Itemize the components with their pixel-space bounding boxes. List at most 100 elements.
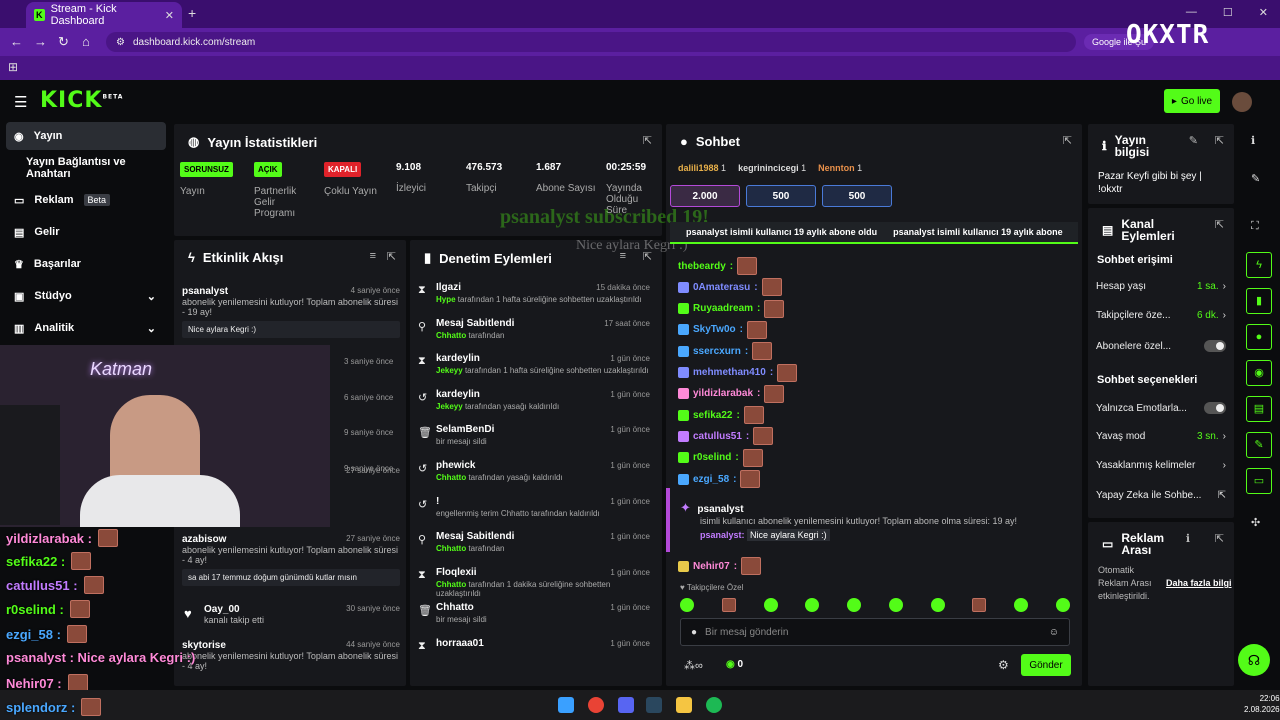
emote-icon[interactable] <box>888 598 903 612</box>
activity-toggle-icon[interactable]: ϟ <box>1246 252 1272 278</box>
browser-tab[interactable]: K Stream - Kick Dashboard ✕ <box>26 2 182 28</box>
user-avatar[interactable] <box>1232 92 1252 112</box>
filter-icon[interactable]: ≡ <box>370 250 376 262</box>
edit-icon[interactable]: ✎ <box>1189 134 1198 147</box>
add-widget-icon[interactable]: ✣ <box>1251 516 1260 529</box>
popout-icon[interactable]: ⇱ <box>387 250 396 263</box>
apps-grid-icon[interactable]: ⊞ <box>8 60 18 74</box>
chat-toggle-icon[interactable]: ● <box>1246 324 1272 350</box>
emote-icon <box>740 470 761 488</box>
stat-label: Abone Sayısı <box>536 183 596 194</box>
mod-action-icon: ↺ <box>418 463 428 475</box>
go-live-button[interactable]: ▸ Go live <box>1164 89 1220 113</box>
sidebar-item-reklam[interactable]: ▭ Reklam Beta <box>6 186 166 214</box>
setting-ai-chat[interactable]: Yapay Zeka ile Sohbe... ⇱ <box>1096 490 1226 501</box>
sidebar-item-basarilar[interactable]: ♛ Başarılar <box>6 250 166 278</box>
setting-emote-only[interactable]: Yalnızca Emotlarla... <box>1096 402 1226 414</box>
sidebar-item-studyo[interactable]: ▣ Stüdyo ⌄ <box>6 282 166 310</box>
setting-followers-only[interactable]: Takipçilere öze... 6 dk. › <box>1096 310 1226 321</box>
overlay-chat-line: catullus51 : <box>6 576 104 594</box>
sidebar-item-yayin[interactable]: ◉ Yayın <box>6 122 166 150</box>
home-icon[interactable]: ⌂ <box>82 34 90 49</box>
emote-icon[interactable] <box>680 598 694 612</box>
ad-break-text: Otomatik Reklam Arası etkinleştirildi. <box>1098 565 1152 601</box>
sidebar-item-stream-key[interactable]: Yayın Bağlantısı ve Anahtarı <box>6 154 166 182</box>
sidebar: ◉ Yayın Yayın Bağlantısı ve Anahtarı ▭ Rek… <box>0 120 172 350</box>
back-icon[interactable]: ← <box>10 34 23 49</box>
setting-account-age[interactable]: Hesap yaşı 1 sa. › <box>1096 281 1226 292</box>
overlay-chat-line: ezgi_58 : <box>6 625 87 643</box>
popout-icon[interactable]: ⇱ <box>1215 134 1224 147</box>
sidebar-item-analitik[interactable]: ▥ Analitik ⌄ <box>6 314 166 342</box>
close-tab-icon[interactable]: ✕ <box>165 9 174 22</box>
channel-actions-toggle-icon[interactable]: ▤ <box>1246 396 1272 422</box>
kicks-balance[interactable]: ◉ 0 <box>726 659 743 670</box>
new-tab-icon[interactable]: + <box>188 5 196 21</box>
emote-icon[interactable] <box>930 598 945 612</box>
stat-value: 476.573 <box>466 162 503 173</box>
fullscreen-icon[interactable]: ⛶ <box>1251 220 1259 233</box>
moderation-toggle-icon[interactable]: ▮ <box>1246 288 1272 314</box>
setting-banned-words[interactable]: Yasaklanmış kelimeler › <box>1096 460 1226 471</box>
emote-icon[interactable] <box>721 598 736 612</box>
toggle-switch[interactable] <box>1204 340 1226 352</box>
reload-icon[interactable]: ↻ <box>58 34 69 50</box>
folder-icon[interactable] <box>676 697 692 713</box>
learn-more-link[interactable]: Daha fazla bilgi <box>1166 578 1232 588</box>
windows-start-icon[interactable] <box>558 697 574 713</box>
send-button[interactable]: Gönder <box>1021 654 1071 676</box>
emote-icon <box>752 342 773 361</box>
chat-users-icon[interactable]: ⁂∞ <box>684 659 703 672</box>
popout-icon[interactable]: ⇱ <box>643 134 652 147</box>
popout-icon[interactable]: ⇱ <box>1215 532 1224 545</box>
emote-icon[interactable] <box>763 598 778 612</box>
site-info-icon[interactable]: ⚙ <box>116 37 125 48</box>
setting-subscribers-only[interactable]: Abonelere özel... <box>1096 340 1226 352</box>
emote-icon[interactable] <box>1014 598 1029 612</box>
discord-icon[interactable] <box>618 697 634 713</box>
pencil-icon[interactable]: ✎ <box>1251 172 1260 185</box>
url-text: dashboard.kick.com/stream <box>132 36 256 48</box>
broadcast-toggle-icon[interactable]: ◉ <box>1246 360 1272 386</box>
stream-info-title: ℹ Yayın bilgisi <box>1102 133 1150 159</box>
toggle-switch[interactable] <box>1204 402 1226 414</box>
steam-icon[interactable] <box>646 697 662 713</box>
spotify-icon[interactable] <box>706 697 722 713</box>
stat-value: 00:25:59 <box>606 162 647 173</box>
emote-icon[interactable] <box>1055 598 1070 612</box>
address-bar[interactable]: ⚙ dashboard.kick.com/stream <box>106 32 1076 52</box>
clock[interactable]: 22:06 2.08.2026 <box>1244 693 1280 715</box>
info-icon[interactable]: ℹ <box>1251 134 1255 147</box>
gifter: Nennton 1 <box>818 163 863 173</box>
tools-toggle-icon[interactable]: ✎ <box>1246 432 1272 458</box>
emote-icon[interactable] <box>847 598 862 612</box>
menu-icon[interactable]: ☰ <box>14 93 27 111</box>
gear-icon[interactable]: ⚙ <box>998 658 1009 672</box>
revenue-icon: ▤ <box>14 226 25 239</box>
ads-toggle-icon[interactable]: ▭ <box>1246 468 1272 494</box>
maximize-icon[interactable]: ☐ <box>1223 6 1233 19</box>
sidebar-item-gelir[interactable]: ▤ Gelir <box>6 218 166 246</box>
taskbar <box>0 690 1280 720</box>
chat-message: SkyTw0o: <box>678 320 767 339</box>
moderation-item: 🗑 SelamBenDi 1 gün önce bir mesajı sildi <box>418 424 650 447</box>
emote-icon <box>753 427 774 446</box>
info-icon[interactable]: ℹ <box>1186 532 1190 545</box>
popout-icon[interactable]: ⇱ <box>1063 134 1072 147</box>
close-window-icon[interactable]: ✕ <box>1259 6 1268 19</box>
kick-logo[interactable]: KICKBETA <box>40 88 123 113</box>
forward-icon[interactable]: → <box>34 34 47 49</box>
minimize-icon[interactable]: — <box>1186 6 1197 19</box>
support-icon[interactable]: ☊ <box>1238 644 1270 676</box>
emote-icon[interactable] <box>972 598 987 612</box>
chrome-icon[interactable] <box>588 697 604 713</box>
sidebar-label: Yayın Bağlantısı ve Anahtarı <box>26 156 126 180</box>
chat-message: thebeardy: <box>678 257 758 275</box>
emote-icon[interactable] <box>805 598 820 612</box>
mod-action-icon: ⧗ <box>418 640 426 652</box>
popout-icon[interactable]: ⇱ <box>1215 218 1224 231</box>
stat-viewers: 9.108 İzleyici <box>396 162 456 234</box>
chat-input[interactable]: ● Bir mesaj gönderin ☺ <box>680 618 1070 646</box>
sub-badge-icon <box>678 388 689 400</box>
setting-slow-mode[interactable]: Yavaş mod 3 sn. › <box>1096 431 1226 442</box>
